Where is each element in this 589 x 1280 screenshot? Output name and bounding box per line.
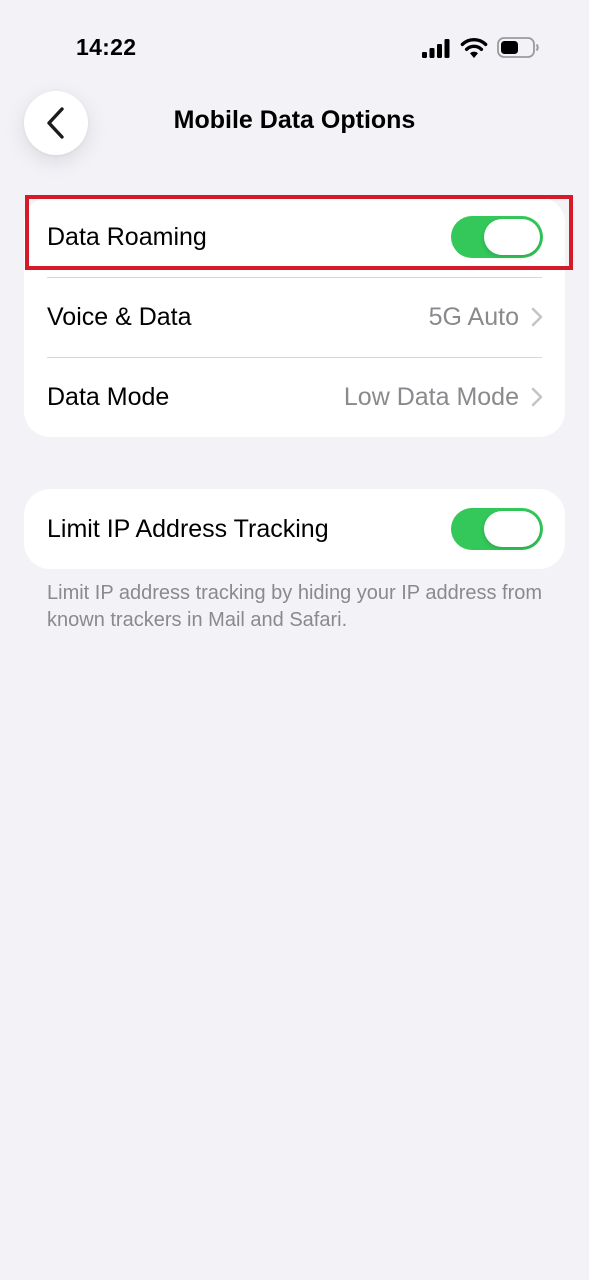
page-title: Mobile Data Options bbox=[173, 106, 416, 134]
voice-data-value: 5G Auto bbox=[428, 302, 519, 331]
voice-data-row[interactable]: Voice & Data 5G Auto bbox=[24, 277, 565, 357]
toggle-knob bbox=[484, 219, 540, 255]
data-roaming-row: Data Roaming bbox=[24, 197, 565, 277]
data-roaming-label: Data Roaming bbox=[47, 222, 207, 251]
limit-ip-footer-note: Limit IP address tracking by hiding your… bbox=[47, 582, 543, 631]
chevron-right-icon bbox=[531, 387, 543, 407]
cellular-options-group: Data Roaming Voice & Data 5G Auto Data M… bbox=[24, 197, 565, 437]
wifi-icon bbox=[460, 37, 488, 58]
battery-icon bbox=[497, 37, 539, 58]
limit-ip-tracking-toggle[interactable] bbox=[451, 508, 543, 550]
status-bar: 14:22 bbox=[0, 0, 589, 90]
screen: 14:22 Mobile Data Options Data Roaming V… bbox=[0, 0, 589, 1280]
status-time: 14:22 bbox=[76, 34, 137, 60]
limit-ip-tracking-row: Limit IP Address Tracking bbox=[24, 489, 565, 569]
toggle-knob bbox=[484, 511, 540, 547]
limit-ip-tracking-label: Limit IP Address Tracking bbox=[47, 514, 329, 543]
chevron-right-icon bbox=[531, 307, 543, 327]
voice-data-label: Voice & Data bbox=[47, 302, 192, 331]
signal-icon bbox=[422, 39, 450, 58]
data-mode-row[interactable]: Data Mode Low Data Mode bbox=[24, 357, 565, 437]
data-roaming-toggle[interactable] bbox=[451, 216, 543, 258]
data-mode-value: Low Data Mode bbox=[343, 382, 519, 411]
privacy-group: Limit IP Address Tracking bbox=[24, 489, 565, 569]
data-mode-label: Data Mode bbox=[47, 382, 170, 411]
